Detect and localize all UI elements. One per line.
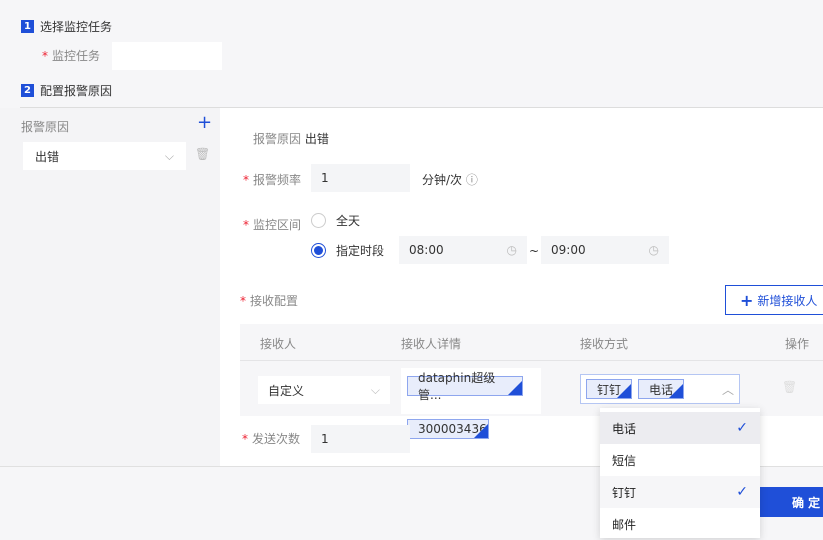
step-1: 1 选择监控任务 (21, 18, 112, 35)
recv-label: 接收配置 (250, 294, 299, 308)
col-header: 接收人 (260, 337, 297, 351)
range-label: 监控区间 (253, 218, 302, 232)
clock-icon: ◷ (648, 243, 659, 257)
info-icon[interactable]: ⓘ (466, 173, 478, 187)
reason-item[interactable]: 出错 ⌵ (23, 142, 186, 170)
monitor-task-field[interactable] (112, 42, 222, 70)
chevron-down-icon: ⌵ (164, 148, 174, 163)
reason-list-panel: 报警原因 + 出错 ⌵ 🗑 (0, 108, 220, 466)
plus-icon: + (740, 290, 754, 310)
method-dropdown: 电话 ✓ 短信 钉钉 ✓ 邮件 (600, 408, 760, 538)
send-count-input[interactable]: 1 (311, 425, 410, 453)
end-time-input[interactable]: 09:00 ◷ (541, 236, 669, 264)
dropdown-option[interactable]: 钉钉 ✓ (600, 476, 760, 508)
method-select[interactable]: 钉钉 电话 ︿ (580, 374, 740, 404)
details-select[interactable]: dataphin超级管... 300003436 (401, 368, 541, 439)
clock-icon: ◷ (506, 243, 517, 257)
radio-all-day[interactable]: 全天 (311, 212, 360, 229)
reason-value: 出错 (304, 132, 329, 146)
method-tag[interactable]: 钉钉 (586, 379, 633, 399)
detail-tag[interactable]: dataphin超级管... (407, 371, 523, 402)
start-time-input[interactable]: 08:00 ◷ (399, 236, 527, 264)
confirm-button[interactable]: 确 定 (760, 487, 823, 517)
step-2: 2 配置报警原因 (21, 82, 112, 99)
freq-label: 报警频率 (253, 173, 302, 187)
check-icon: ✓ (736, 484, 748, 500)
reason-list-title: 报警原因 (21, 120, 70, 134)
check-icon: ✓ (736, 420, 748, 436)
dropdown-option[interactable]: 邮件 (600, 508, 760, 540)
col-header: 操作 (785, 337, 810, 351)
radio-period[interactable]: 指定时段 (311, 242, 384, 259)
add-reason-icon[interactable]: + (197, 112, 212, 133)
method-tag[interactable]: 电话 (638, 379, 685, 399)
dropdown-option[interactable]: 短信 (600, 444, 760, 476)
col-header: 接收方式 (580, 337, 629, 351)
detail-tag[interactable]: 300003436 (407, 419, 489, 439)
send-count-label: 发送次数 (252, 432, 301, 446)
dropdown-option[interactable]: 电话 ✓ (600, 412, 760, 444)
delete-row-icon[interactable]: 🗑 (782, 380, 797, 394)
col-header: 接收人详情 (401, 337, 462, 351)
add-receiver-button[interactable]: + 新增接收人 (725, 285, 823, 315)
freq-input[interactable]: 1 (311, 164, 410, 192)
freq-unit: 分钟/次 (422, 173, 463, 187)
delete-icon[interactable]: 🗑 (195, 147, 210, 161)
reason-label: 报警原因 (253, 132, 302, 146)
receiver-select[interactable]: 自定义 ⌵ (258, 376, 390, 404)
chevron-up-icon: ︿ (721, 382, 734, 397)
chevron-down-icon: ⌵ (370, 382, 380, 397)
receiver-table: 接收人 接收人详情 接收方式 操作 自定义 ⌵ dataphin超级管... 30… (240, 324, 823, 439)
range-separator: ~ (529, 244, 540, 258)
monitor-task-label: * 监控任务 (42, 49, 101, 63)
